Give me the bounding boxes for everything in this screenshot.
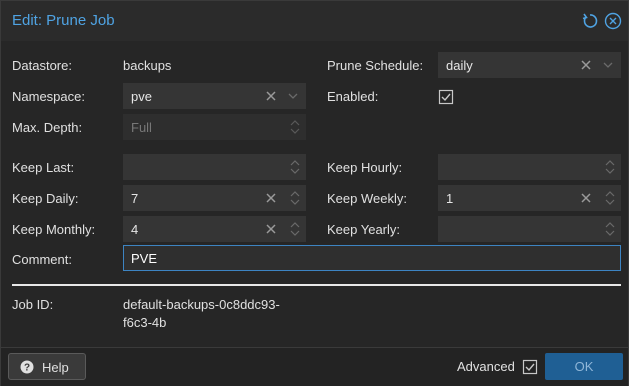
dialog-footer: ? Help Advanced OK [1,347,628,386]
job-id-label: Job ID: [12,297,54,312]
prune-job-dialog: Edit: Prune Job Datastore: backups Prune… [0,0,629,386]
help-icon: ? [20,360,34,374]
reset-icon[interactable] [581,12,599,30]
keep-monthly-label: Keep Monthly: [12,222,96,237]
ok-button-label: OK [574,359,594,374]
enabled-checkbox[interactable] [438,89,454,105]
help-button-label: Help [42,360,69,375]
dialog-body: Datastore: backups Prune Schedule: daily… [1,41,628,347]
comment-label: Comment: [12,252,72,267]
section-divider [12,284,621,286]
keep-daily-label: Keep Daily: [12,191,79,206]
max-depth-placeholder: Full [131,120,152,135]
enabled-label: Enabled: [327,89,379,104]
keep-last-field[interactable] [123,154,306,180]
ok-button[interactable]: OK [545,353,623,380]
keep-daily-value: 7 [131,191,139,206]
namespace-combobox[interactable]: pve [123,83,306,109]
spinner-icon[interactable] [601,155,619,179]
keep-weekly-field[interactable]: 1 [438,185,621,211]
chevron-down-icon[interactable] [284,84,302,108]
prune-schedule-value: daily [446,58,473,73]
spinner-icon[interactable] [286,115,304,139]
dialog-title: Edit: Prune Job [12,12,115,29]
namespace-label: Namespace: [12,89,85,104]
keep-monthly-value: 4 [131,222,139,237]
datastore-label: Datastore: [12,58,72,73]
close-icon[interactable] [604,12,622,30]
max-depth-field[interactable]: Full [123,114,306,140]
keep-daily-field[interactable]: 7 [123,185,306,211]
clear-icon[interactable] [262,186,280,210]
comment-field[interactable]: PVE [123,245,621,271]
keep-weekly-value: 1 [446,191,454,206]
dialog-titlebar[interactable]: Edit: Prune Job [1,1,628,41]
prune-schedule-label: Prune Schedule: [327,58,424,73]
spinner-icon[interactable] [601,217,619,241]
spinner-icon[interactable] [286,155,304,179]
clear-icon[interactable] [262,217,280,241]
clear-icon[interactable] [262,84,280,108]
keep-yearly-field[interactable] [438,216,621,242]
max-depth-label: Max. Depth: [12,120,83,135]
keep-hourly-field[interactable] [438,154,621,180]
keep-yearly-label: Keep Yearly: [327,222,401,237]
comment-value: PVE [131,251,158,266]
spinner-icon[interactable] [286,186,304,210]
spinner-icon[interactable] [286,217,304,241]
advanced-checkbox[interactable] [522,359,538,375]
clear-icon[interactable] [577,186,595,210]
job-id-value-line2: f6c3-4b [123,315,167,330]
keep-last-label: Keep Last: [12,160,75,175]
datastore-value: backups [123,58,172,73]
chevron-down-icon[interactable] [599,53,617,77]
keep-weekly-label: Keep Weekly: [327,191,407,206]
spinner-icon[interactable] [601,186,619,210]
keep-hourly-label: Keep Hourly: [327,160,403,175]
job-id-value-line1: default-backups-0c8ddc93- [123,297,280,312]
svg-text:?: ? [24,363,30,374]
help-button[interactable]: ? Help [8,353,86,380]
prune-schedule-combobox[interactable]: daily [438,52,621,78]
namespace-value: pve [131,89,152,104]
keep-monthly-field[interactable]: 4 [123,216,306,242]
clear-icon[interactable] [577,53,595,77]
advanced-label: Advanced [457,359,515,374]
